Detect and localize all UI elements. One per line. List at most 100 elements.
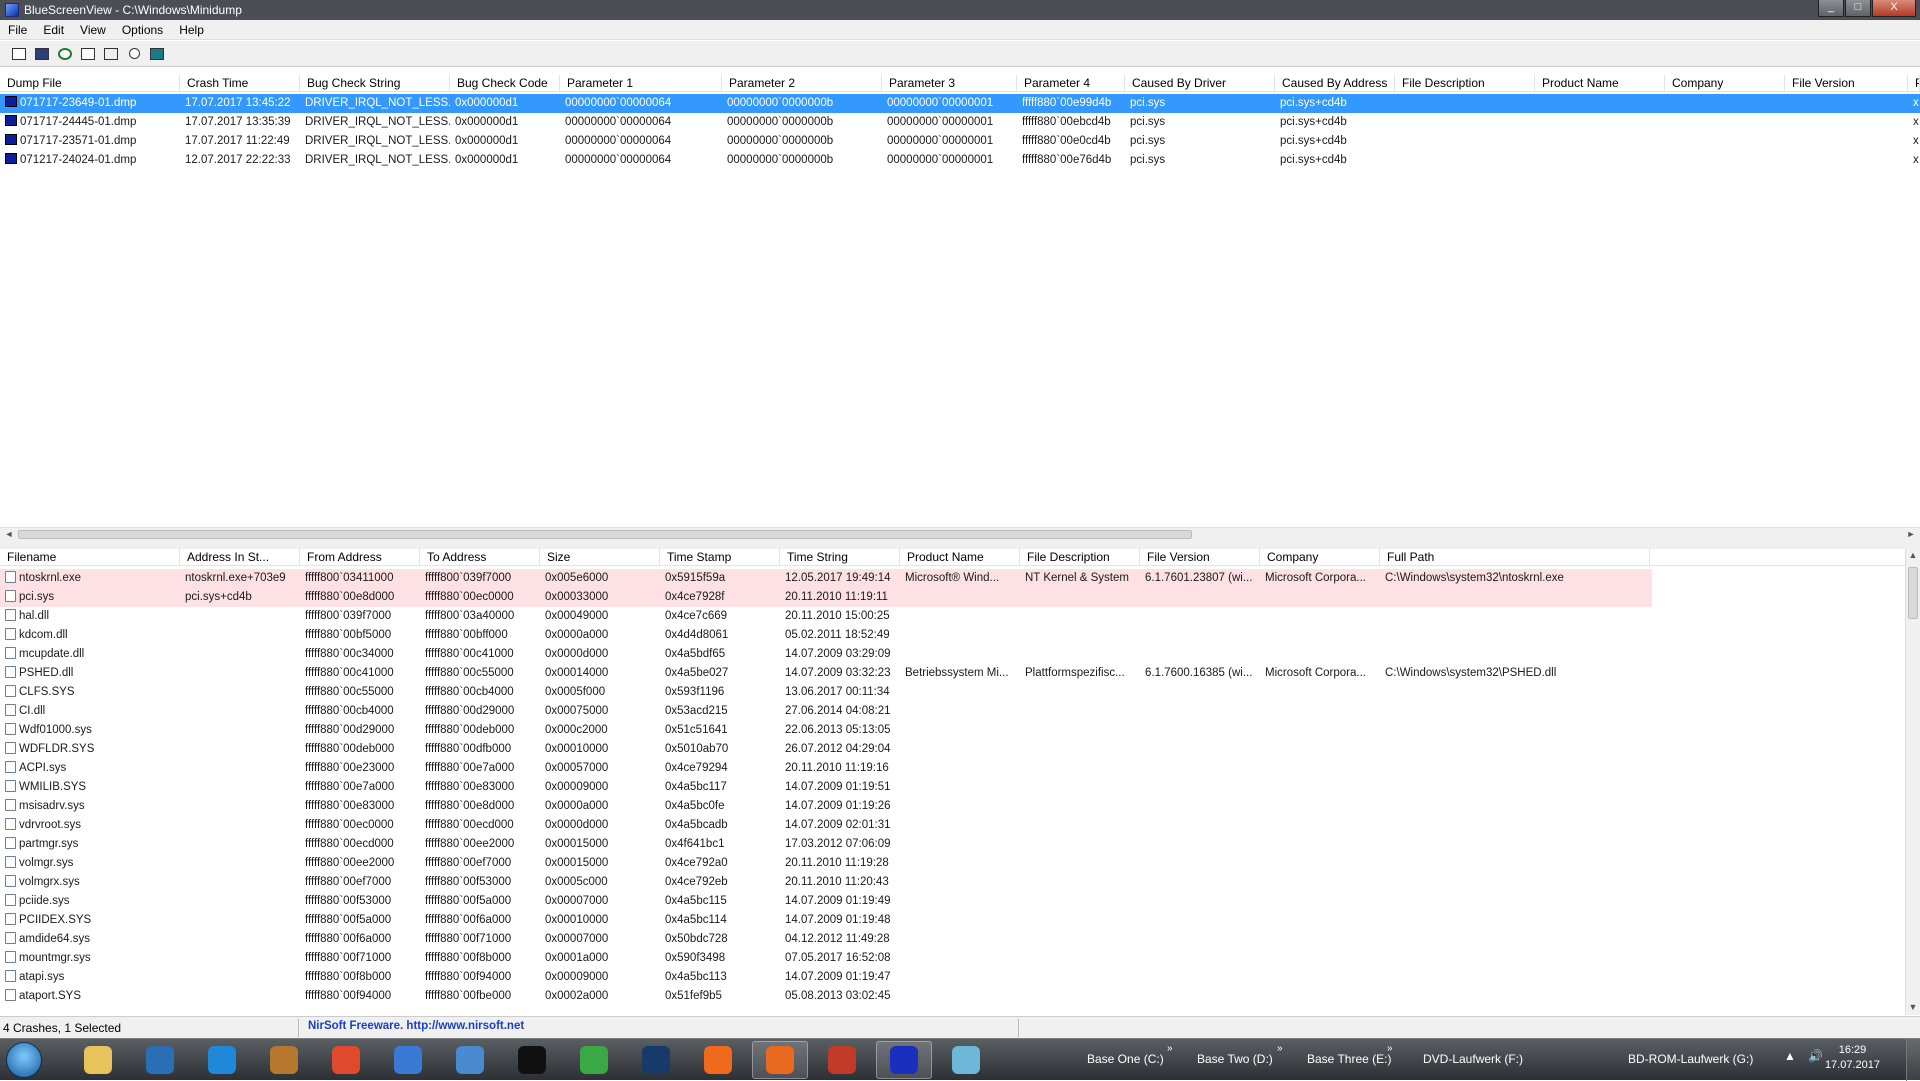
tray-expand-icon[interactable]: ▲ (1784, 1049, 1796, 1063)
drive-button[interactable]: Base Two (D:) (1197, 1052, 1273, 1066)
module-row[interactable]: pciide.sys fffff880`00f53000 fffff880`00f5… (0, 892, 1905, 911)
taskbar-app-button[interactable] (256, 1041, 312, 1079)
taskbar-app-button[interactable] (690, 1041, 746, 1079)
nirsoft-link[interactable]: NirSoft Freeware. http://www.nirsoft.net (308, 1020, 524, 1032)
module-row[interactable]: partmgr.sys fffff880`00ecd000 fffff880`00e… (0, 835, 1905, 854)
find-button[interactable] (123, 44, 145, 64)
module-row[interactable]: CI.dll fffff880`00cb4000 fffff880`00d29000… (0, 702, 1905, 721)
column-header[interactable]: Size (540, 549, 660, 566)
scroll-down-arrow[interactable]: ▼ (1906, 1001, 1920, 1014)
module-row[interactable]: kdcom.dll fffff880`00bf5000 fffff880`00bff… (0, 626, 1905, 645)
taskbar-app-button[interactable] (504, 1041, 560, 1079)
drive-button[interactable]: Base Three (E:) (1307, 1052, 1391, 1066)
taskbar-app-button[interactable] (938, 1041, 994, 1079)
column-header[interactable]: Bug Check Code (450, 75, 560, 92)
minimize-button[interactable]: _ (1818, 0, 1844, 17)
column-header[interactable]: Parameter 3 (882, 75, 1017, 92)
column-header[interactable]: Address In St... (180, 549, 300, 566)
column-header[interactable]: File Version (1785, 75, 1908, 92)
copy-button[interactable] (77, 44, 99, 64)
taskbar-app-button[interactable] (752, 1041, 808, 1079)
taskbar-app-button[interactable] (132, 1041, 188, 1079)
column-header[interactable]: Product Name (1535, 75, 1665, 92)
column-header[interactable]: To Address (420, 549, 540, 566)
module-row[interactable]: Wdf01000.sys fffff880`00d29000 fffff880`00… (0, 721, 1905, 740)
taskbar-app-button[interactable] (318, 1041, 374, 1079)
module-row[interactable]: mcupdate.dll fffff880`00c34000 fffff880`00… (0, 645, 1905, 664)
module-list-vscrollbar[interactable]: ▲ ▼ (1905, 549, 1920, 1015)
column-header[interactable]: From Address (300, 549, 420, 566)
module-row[interactable]: CLFS.SYS fffff880`00c55000 fffff880`00cb40… (0, 683, 1905, 702)
menu-file[interactable]: File (0, 23, 35, 37)
menu-edit[interactable]: Edit (35, 23, 72, 37)
menu-options[interactable]: Options (114, 23, 171, 37)
crash-row[interactable]: 071717-24445-01.dmp 17.07.2017 13:35:39 DR… (0, 113, 1920, 132)
save-selected-button[interactable] (8, 44, 30, 64)
crash-row[interactable]: 071217-24024-01.dmp 12.07.2017 22:22:33 DR… (0, 151, 1920, 170)
module-row[interactable]: amdide64.sys fffff880`00f6a000 fffff880`00… (0, 930, 1905, 949)
column-header[interactable]: File Description (1020, 549, 1140, 566)
taskbar-app-button[interactable] (380, 1041, 436, 1079)
scroll-up-arrow[interactable]: ▲ (1906, 549, 1920, 562)
drive-chevron-icon[interactable]: » (1277, 1043, 1283, 1054)
vscroll-thumb[interactable] (1908, 567, 1918, 619)
column-header[interactable]: Parameter 1 (560, 75, 722, 92)
start-button[interactable] (6, 1042, 42, 1078)
column-header[interactable]: Company (1260, 549, 1380, 566)
column-header[interactable]: Caused By Driver (1125, 75, 1275, 92)
taskbar-app-button[interactable] (628, 1041, 684, 1079)
show-desktop-button[interactable] (1906, 1039, 1920, 1081)
close-button[interactable]: X (1872, 0, 1916, 17)
taskbar-app-button[interactable] (566, 1041, 622, 1079)
module-row[interactable]: atapi.sys fffff880`00f8b000 fffff880`00f94… (0, 968, 1905, 987)
column-header[interactable]: Crash Time (180, 75, 300, 92)
drive-chevron-icon[interactable]: » (1167, 1043, 1173, 1054)
column-header[interactable]: File Description (1395, 75, 1535, 92)
module-row[interactable]: vdrvroot.sys fffff880`00ec0000 fffff880`00… (0, 816, 1905, 835)
crash-row[interactable]: 071717-23571-01.dmp 17.07.2017 11:22:49 DR… (0, 132, 1920, 151)
taskbar-app-button[interactable] (194, 1041, 250, 1079)
module-row[interactable]: ataport.SYS fffff880`00f94000 fffff880`00f… (0, 987, 1905, 1006)
taskbar-app-button[interactable] (442, 1041, 498, 1079)
crash-row[interactable]: 071717-23649-01.dmp 17.07.2017 13:45:22 DR… (0, 94, 1920, 113)
column-header[interactable]: Time Stamp (660, 549, 780, 566)
column-header[interactable]: Company (1665, 75, 1785, 92)
properties-button[interactable] (100, 44, 122, 64)
clock[interactable]: 16:29 17.07.2017 (1825, 1043, 1880, 1073)
maximize-button[interactable]: □ (1845, 0, 1871, 17)
column-header[interactable]: Filename (0, 549, 180, 566)
volume-icon[interactable]: 🔊 (1808, 1049, 1823, 1063)
module-row[interactable]: msisadrv.sys fffff880`00e83000 fffff880`00… (0, 797, 1905, 816)
column-header[interactable]: Caused By Address (1275, 75, 1395, 92)
panel-splitter[interactable] (0, 540, 1920, 549)
column-header[interactable]: Parameter 2 (722, 75, 882, 92)
column-header[interactable]: Full Path (1380, 549, 1650, 566)
menu-view[interactable]: View (72, 23, 114, 37)
column-header[interactable]: Bug Check String (300, 75, 450, 92)
taskbar-app-button[interactable] (814, 1041, 870, 1079)
column-header[interactable]: Parameter 4 (1017, 75, 1125, 92)
taskbar-app-button[interactable] (876, 1041, 932, 1079)
save-button[interactable] (31, 44, 53, 64)
drive-button[interactable]: Base One (C:) (1087, 1052, 1164, 1066)
refresh-button[interactable] (54, 44, 76, 64)
menu-help[interactable]: Help (171, 23, 212, 37)
crash-list-hscrollbar[interactable]: ◄ ► (0, 527, 1920, 540)
module-row[interactable]: pci.sys pci.sys+cd4b fffff880`00e8d000 ffff… (0, 588, 1652, 607)
module-row[interactable]: PCIIDEX.SYS fffff880`00f5a000 fffff880`00f… (0, 911, 1905, 930)
module-row[interactable]: WMILIB.SYS fffff880`00e7a000 fffff880`00e8… (0, 778, 1905, 797)
drive-chevron-icon[interactable]: » (1387, 1043, 1393, 1054)
column-header[interactable]: File Version (1140, 549, 1260, 566)
hscroll-thumb[interactable] (18, 530, 1192, 539)
column-header[interactable]: Time String (780, 549, 900, 566)
drive-button[interactable]: BD-ROM-Laufwerk (G:) (1628, 1052, 1753, 1066)
column-header[interactable]: P (1908, 75, 1920, 92)
module-row[interactable]: volmgr.sys fffff880`00ee2000 fffff880`00ef… (0, 854, 1905, 873)
module-row[interactable]: mountmgr.sys fffff880`00f71000 fffff880`00… (0, 949, 1905, 968)
taskbar-app-button[interactable] (70, 1041, 126, 1079)
module-row[interactable]: hal.dll fffff800`039f7000 fffff800`03a4000… (0, 607, 1905, 626)
exit-button[interactable] (146, 44, 168, 64)
module-row[interactable]: ACPI.sys fffff880`00e23000 fffff880`00e7a0… (0, 759, 1905, 778)
module-row[interactable]: volmgrx.sys fffff880`00ef7000 fffff880`00f… (0, 873, 1905, 892)
column-header[interactable]: Product Name (900, 549, 1020, 566)
